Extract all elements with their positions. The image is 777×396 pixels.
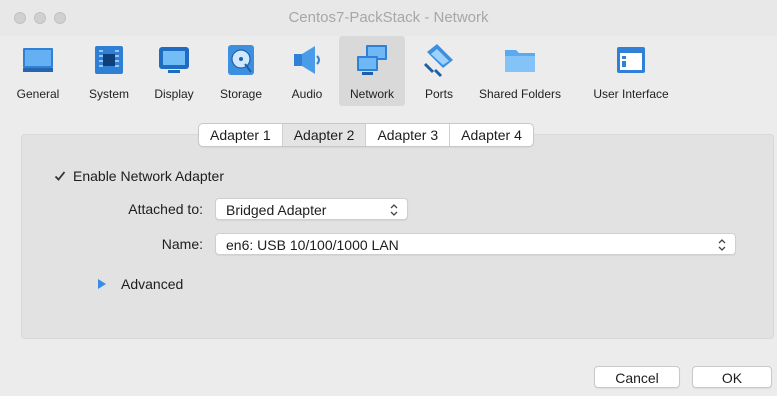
attached-to-value: Bridged Adapter — [226, 202, 327, 218]
tab-adapter-4[interactable]: Adapter 4 — [449, 124, 533, 146]
window-icon — [617, 47, 645, 73]
enable-network-adapter-label: Enable Network Adapter — [73, 168, 224, 184]
window-title: Centos7-PackStack - Network — [288, 9, 489, 26]
disclosure-triangle-icon — [98, 279, 106, 289]
name-label: Name: — [161, 236, 203, 252]
updown-chevron-icon — [718, 239, 726, 251]
tab-adapter-3[interactable]: Adapter 3 — [365, 124, 449, 146]
toolbar-item-shared-folders[interactable]: Shared Folders — [472, 36, 568, 106]
toolbar-item-audio[interactable]: Audio — [285, 36, 329, 106]
tab-adapter-1[interactable]: Adapter 1 — [199, 124, 282, 146]
advanced-label: Advanced — [121, 276, 184, 292]
serial-port-icon — [423, 44, 453, 78]
toolbar-item-network[interactable]: Network — [339, 36, 405, 106]
speaker-icon — [294, 46, 320, 74]
ok-button[interactable]: OK — [692, 366, 772, 388]
network-icon — [357, 45, 387, 75]
toolbar-item-display[interactable]: Display — [148, 36, 200, 106]
folder-icon — [505, 50, 535, 72]
adapter-name-value: en6: USB 10/100/1000 LAN — [226, 237, 399, 253]
title-bar: Centos7-PackStack - Network — [0, 0, 777, 36]
toolbar-item-storage[interactable]: Storage — [214, 36, 268, 106]
tab-adapter-2[interactable]: Adapter 2 — [281, 124, 366, 146]
cancel-button[interactable]: Cancel — [594, 366, 680, 388]
toolbar-item-general[interactable]: General — [12, 36, 64, 106]
toolbar-item-ports[interactable]: Ports — [416, 36, 462, 106]
checkmark-icon — [53, 169, 67, 183]
monitor-general-icon — [23, 48, 53, 72]
adapter-name-select[interactable]: en6: USB 10/100/1000 LAN — [215, 233, 736, 255]
advanced-disclosure[interactable]: Advanced — [97, 276, 183, 292]
toolbar-item-user-interface[interactable]: User Interface — [583, 36, 679, 106]
enable-network-adapter-checkbox[interactable]: Enable Network Adapter — [53, 168, 224, 184]
updown-chevron-icon — [390, 204, 398, 216]
disk-icon — [228, 45, 254, 75]
toolbar-item-system[interactable]: System — [84, 36, 134, 106]
chip-icon — [95, 46, 123, 74]
display-icon — [159, 47, 189, 73]
adapter-tabs: Adapter 1 Adapter 2 Adapter 3 Adapter 4 — [198, 123, 534, 147]
settings-toolbar: General System Display Storage Audio Net… — [0, 36, 777, 106]
attached-to-label: Attached to: — [128, 201, 203, 217]
attached-to-select[interactable]: Bridged Adapter — [215, 198, 408, 220]
